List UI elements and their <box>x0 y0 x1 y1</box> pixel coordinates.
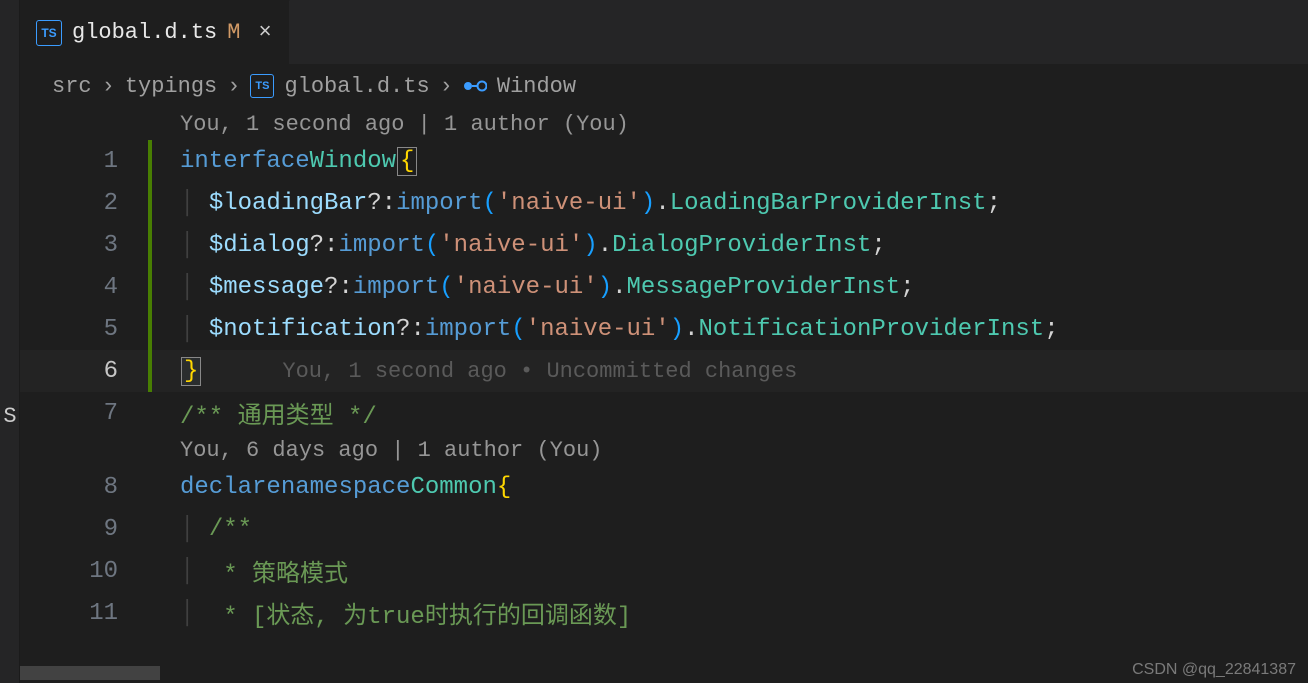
horizontal-scrollbar[interactable] <box>20 663 1308 683</box>
editor-tabs: TS global.d.ts M × <box>20 0 1308 64</box>
typescript-file-icon: TS <box>36 20 62 46</box>
code-line[interactable]: 8 declare namespace Common { <box>20 466 1308 508</box>
code-line[interactable]: 10 │ * 策略模式 <box>20 550 1308 592</box>
gutter-modified-indicator <box>148 140 152 182</box>
codelens-blame[interactable]: You, 6 days ago | 1 author (You) <box>20 434 1308 466</box>
gutter-modified-indicator <box>148 266 152 308</box>
chevron-right-icon: › <box>102 74 115 99</box>
line-number: 10 <box>20 558 148 585</box>
code-line[interactable]: 3 │ $dialog?: import('naive-ui').DialogP… <box>20 224 1308 266</box>
code-line-current[interactable]: 6 }You, 1 second ago • Uncommitted chang… <box>20 350 1308 392</box>
inline-blame: You, 1 second ago • Uncommitted changes <box>282 359 797 384</box>
scrollbar-thumb[interactable] <box>20 666 160 680</box>
tab-modified-indicator: M <box>227 20 240 45</box>
code-line[interactable]: 11 │ * [状态, 为true时执行的回调函数] <box>20 592 1308 634</box>
code-line[interactable]: 5 │ $notification?: import('naive-ui').N… <box>20 308 1308 350</box>
tab-filename: global.d.ts <box>72 20 217 45</box>
gutter-spacer <box>148 592 152 634</box>
code-line[interactable]: 4 │ $message?: import('naive-ui').Messag… <box>20 266 1308 308</box>
line-number: 11 <box>20 600 148 627</box>
line-number: 3 <box>20 232 148 259</box>
tab-global-d-ts[interactable]: TS global.d.ts M × <box>20 0 290 64</box>
code-line[interactable]: 2 │ $loadingBar?: import('naive-ui').Loa… <box>20 182 1308 224</box>
gutter-spacer <box>148 550 152 592</box>
chevron-right-icon: › <box>440 74 453 99</box>
watermark: CSDN @qq_22841387 <box>1132 661 1296 679</box>
gutter-spacer <box>148 392 152 434</box>
line-number: 1 <box>20 148 148 175</box>
line-number: 5 <box>20 316 148 343</box>
breadcrumb-typings[interactable]: typings <box>125 74 217 99</box>
gutter-modified-indicator <box>148 182 152 224</box>
code-line[interactable]: 1 interface Window { <box>20 140 1308 182</box>
line-number: 6 <box>20 358 148 385</box>
typescript-file-icon: TS <box>250 74 274 98</box>
breadcrumb: src › typings › TS global.d.ts › Window <box>52 64 1308 108</box>
gutter-modified-indicator <box>148 308 152 350</box>
gutter-spacer <box>148 508 152 550</box>
gutter-modified-indicator <box>148 350 152 392</box>
codelens-blame[interactable]: You, 1 second ago | 1 author (You) <box>20 108 1308 140</box>
breadcrumb-symbol[interactable]: Window <box>497 74 576 99</box>
gutter-modified-indicator <box>148 224 152 266</box>
interface-symbol-icon <box>463 77 487 95</box>
line-number: 8 <box>20 474 148 501</box>
close-icon[interactable]: × <box>258 20 271 45</box>
breadcrumb-file[interactable]: global.d.ts <box>284 74 429 99</box>
chevron-right-icon: › <box>227 74 240 99</box>
code-line[interactable]: 7 /** 通用类型 */ <box>20 392 1308 434</box>
breadcrumb-src[interactable]: src <box>52 74 92 99</box>
line-number: 2 <box>20 190 148 217</box>
line-number: 9 <box>20 516 148 543</box>
code-line[interactable]: 9 │ /** <box>20 508 1308 550</box>
activity-bar-stub: S <box>0 0 20 683</box>
line-number: 4 <box>20 274 148 301</box>
code-editor[interactable]: You, 1 second ago | 1 author (You) 1 int… <box>20 108 1308 683</box>
stub-letter: S <box>0 404 20 429</box>
line-number: 7 <box>20 400 148 427</box>
gutter-spacer <box>148 466 152 508</box>
